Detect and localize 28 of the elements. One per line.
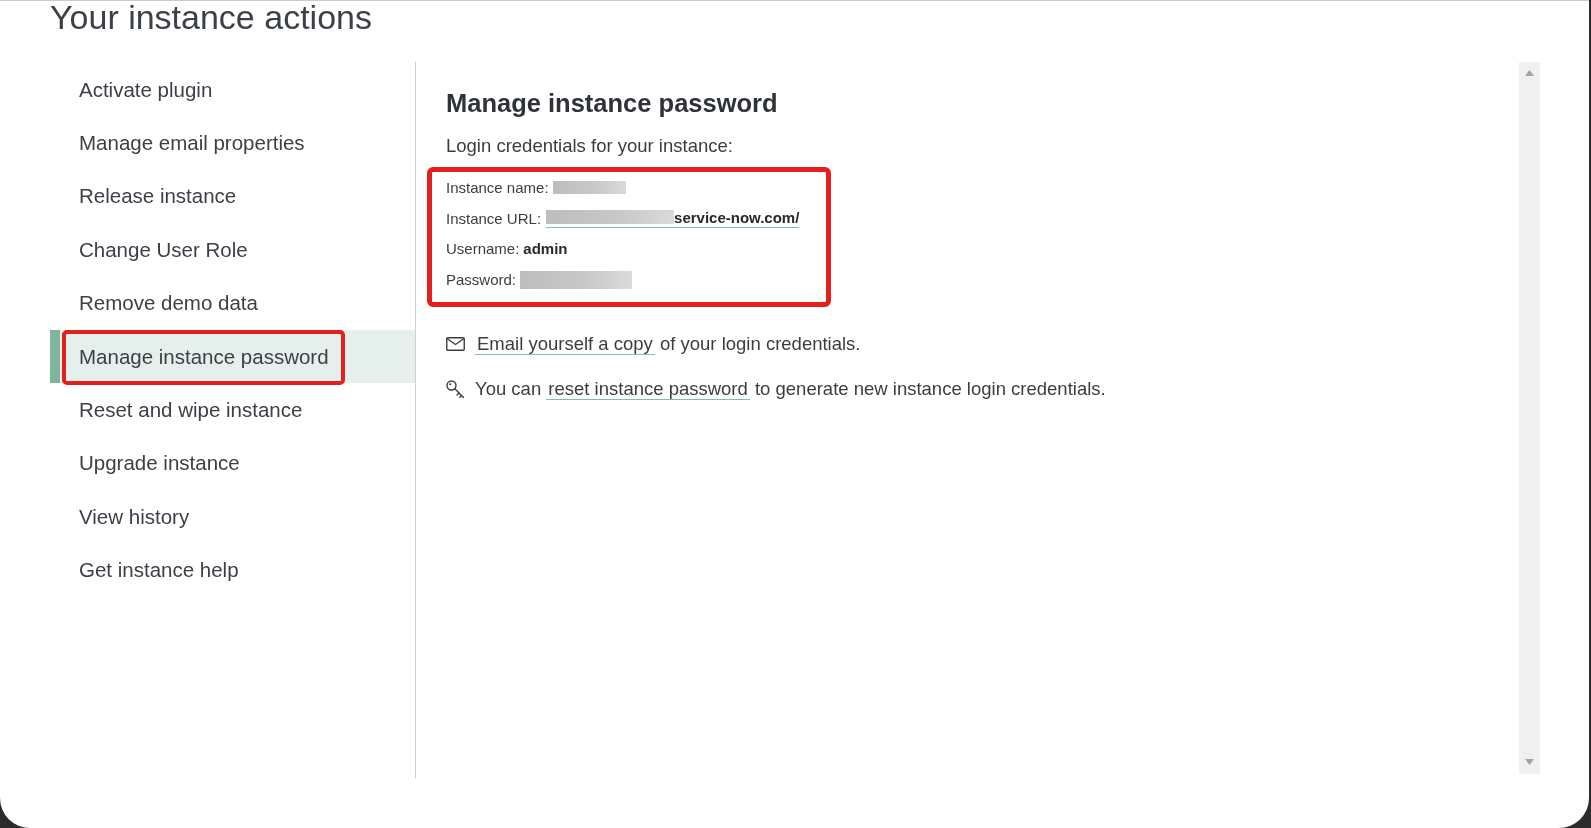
sidebar-item[interactable]: Reset and wipe instance (50, 383, 415, 437)
sidebar-item[interactable]: Manage email properties (50, 116, 415, 170)
instance-url-link[interactable]: service-now.com/ (546, 208, 800, 228)
section-heading: Manage instance password (446, 88, 778, 118)
scrollbar-track[interactable] (1519, 62, 1540, 774)
sidebar-item[interactable]: Release instance (50, 169, 415, 224)
page-title: Your instance actions (50, 1, 372, 38)
credential-label: Instance URL: (446, 209, 542, 227)
credential-value: admin (523, 240, 568, 258)
sidebar-item[interactable]: Get instance help (50, 543, 415, 597)
key-icon (446, 379, 465, 399)
sidebar-item[interactable]: Activate plugin (50, 63, 415, 117)
sidebar-item[interactable]: Manage instance password (50, 329, 415, 384)
intro-text: Login credentials for your instance: (446, 134, 733, 158)
credential-label: Username: (446, 240, 520, 258)
scroll-down-icon[interactable] (1525, 759, 1534, 765)
sidebar-item[interactable]: View history (50, 490, 415, 544)
reset-password-link[interactable]: reset instance password (546, 378, 750, 400)
sidebar-item[interactable]: Upgrade instance (50, 436, 415, 491)
sidebar-item[interactable]: Change User Role (50, 223, 415, 277)
scroll-up-icon[interactable] (1525, 70, 1534, 76)
credential-label: Password: (446, 271, 517, 289)
action-text: You can reset instance password to generate new instance login credentials. (475, 377, 1106, 402)
email-copy-link[interactable]: Email yourself a copy (475, 333, 655, 355)
sidebar-item[interactable]: Remove demo data (50, 276, 415, 330)
envelope-icon (446, 337, 465, 351)
credential-label: Instance name: (446, 178, 549, 196)
action-text: Email yourself a copy of your login credentials. (475, 332, 861, 357)
